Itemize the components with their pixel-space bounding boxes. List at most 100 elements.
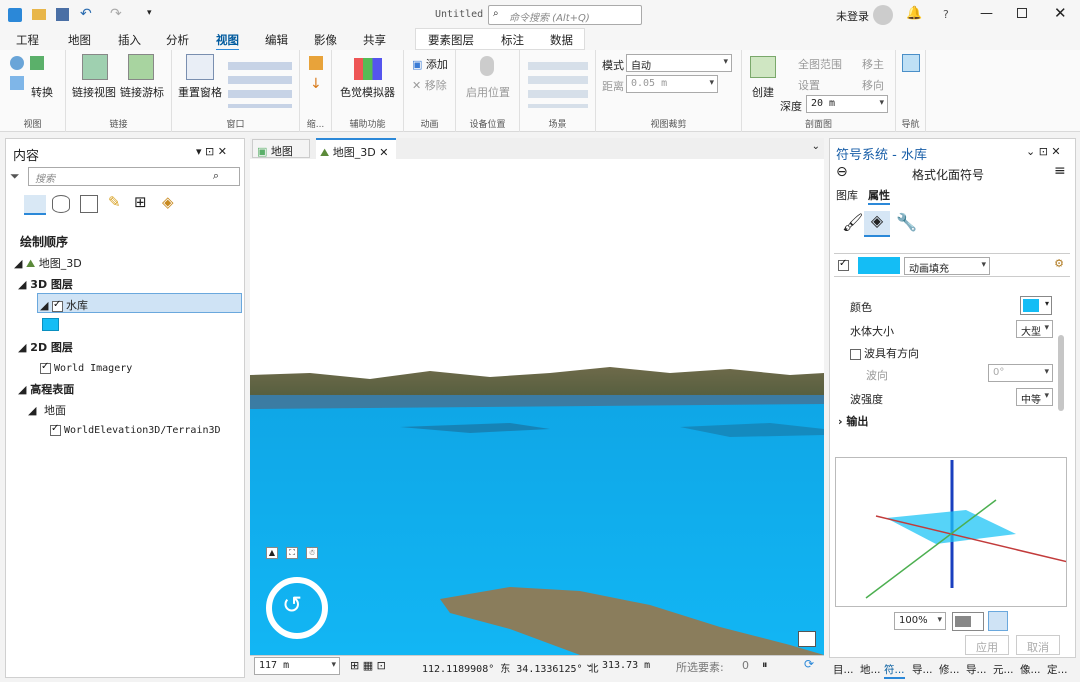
- full-extent-icon[interactable]: ⛶: [286, 547, 298, 559]
- user-status[interactable]: 未登录: [836, 8, 869, 24]
- maximize-button[interactable]: [1017, 8, 1027, 18]
- bottom-tab-elements[interactable]: 元...: [993, 662, 1014, 677]
- scene-3d-icon[interactable]: [10, 76, 24, 90]
- convert-label[interactable]: 转换: [31, 84, 53, 100]
- bottom-tab-modify[interactable]: 修...: [939, 662, 960, 677]
- layer-imagery[interactable]: World Imagery: [40, 361, 132, 374]
- grid-icons[interactable]: ⊞ ▦ ⊡: [350, 659, 386, 672]
- nav-arrow-icon[interactable]: ▲: [266, 547, 278, 559]
- tab-feature-layer[interactable]: 要素图层: [428, 32, 474, 48]
- app-icon[interactable]: [8, 8, 22, 22]
- strength-select[interactable]: 中等: [1016, 388, 1053, 406]
- scene-tools-icons[interactable]: [528, 56, 588, 108]
- tab-properties[interactable]: 属性: [868, 187, 890, 205]
- layers2d-node[interactable]: ◢ 2D 图层: [18, 339, 73, 355]
- close-button[interactable]: ✕: [1054, 4, 1067, 22]
- labeling-icon[interactable]: ◈: [162, 193, 174, 211]
- apply-button[interactable]: 应用: [965, 635, 1009, 655]
- zoom-select[interactable]: 100%: [894, 612, 946, 630]
- profile-settings-button[interactable]: 设置: [798, 77, 820, 93]
- mode-select[interactable]: 自动: [626, 54, 732, 72]
- tab-share[interactable]: 共享: [363, 32, 386, 48]
- directional-waves-row[interactable]: 波具有方向: [850, 345, 919, 361]
- zoom-icon[interactable]: [309, 56, 323, 70]
- color-simulator-button[interactable]: 色觉模拟器: [340, 84, 395, 100]
- tab-insert[interactable]: 插入: [118, 32, 141, 48]
- link-cursor-button[interactable]: 链接游标: [120, 84, 164, 100]
- tab-gallery[interactable]: 图库: [836, 187, 858, 203]
- coord-dropdown-icon[interactable]: ⌄: [585, 659, 593, 670]
- bottom-tab-image[interactable]: 像...: [1020, 662, 1041, 677]
- pencil-icon[interactable]: ✎: [108, 193, 121, 211]
- bottom-tab-export[interactable]: 导...: [966, 662, 987, 677]
- output-section[interactable]: › 输出: [838, 413, 868, 429]
- undo-icon[interactable]: ↶: [80, 6, 92, 22]
- back-icon[interactable]: ⊖: [836, 164, 848, 180]
- tabs-dropdown-icon[interactable]: ⌄: [812, 141, 820, 152]
- pane-options-icon[interactable]: ⌄ ⊡ ✕: [1026, 145, 1061, 158]
- symbol-layer-checkbox[interactable]: [838, 258, 849, 271]
- animation-add-button[interactable]: ▣ 添加: [412, 56, 448, 72]
- reservoir-visibility-checkbox[interactable]: [51, 299, 63, 312]
- reset-panes-button[interactable]: 重置窗格: [178, 84, 222, 100]
- scale-select[interactable]: 117 m: [254, 657, 340, 675]
- customize-qat-icon[interactable]: ▾: [147, 8, 152, 18]
- layers3d-node[interactable]: ◢ 3D 图层: [18, 276, 73, 292]
- source-icon[interactable]: [52, 195, 70, 213]
- tab-view[interactable]: 视图: [216, 32, 239, 51]
- tab-map-2d[interactable]: ▣ 地图: [252, 139, 310, 158]
- fill-type-select[interactable]: 动画填充: [904, 257, 990, 275]
- bottom-tab-define[interactable]: 定...: [1047, 662, 1068, 677]
- directional-checkbox[interactable]: [850, 348, 861, 360]
- properties-scrollbar[interactable]: [1058, 335, 1064, 411]
- bottom-tab-catalog[interactable]: 目...: [833, 662, 854, 677]
- map-icon[interactable]: [30, 56, 44, 70]
- terrain-visibility-checkbox[interactable]: [50, 423, 61, 436]
- wave-size-select[interactable]: 大型: [1016, 320, 1053, 338]
- map-3d-node[interactable]: ◢ ⛰ 地图_3D: [14, 255, 82, 271]
- draw-order-icon[interactable]: [24, 195, 46, 215]
- tab-data[interactable]: 数据: [550, 32, 573, 48]
- color-simulator-icon[interactable]: [354, 58, 382, 80]
- layer-terrain[interactable]: WorldElevation3D/Terrain3D: [50, 423, 221, 436]
- profile-create-button[interactable]: 创建: [752, 84, 774, 100]
- animation-remove-button[interactable]: ✕ 移除: [412, 77, 447, 93]
- save-icon[interactable]: [56, 8, 69, 21]
- tab-analysis[interactable]: 分析: [166, 32, 189, 48]
- wrench-icon[interactable]: 🔧: [896, 213, 917, 233]
- help-button[interactable]: ?: [943, 8, 949, 21]
- open-icon[interactable]: [32, 9, 46, 20]
- link-view-button[interactable]: 链接视图: [72, 84, 116, 100]
- arrow-down-icon[interactable]: ↓: [310, 76, 322, 92]
- link-cursor-icon[interactable]: [128, 54, 154, 80]
- nav-icon[interactable]: [902, 54, 920, 72]
- pause-icon[interactable]: ⏸: [762, 658, 768, 672]
- direction-select[interactable]: 0°: [988, 364, 1053, 382]
- minimize-button[interactable]: —: [980, 6, 993, 21]
- settings-icon[interactable]: ⚙: [1054, 257, 1064, 270]
- brush-icon[interactable]: 🖌: [842, 213, 864, 233]
- move-button[interactable]: 移主: [862, 56, 884, 72]
- tab-labeling[interactable]: 标注: [501, 32, 524, 48]
- imagery-visibility-checkbox[interactable]: [40, 361, 51, 374]
- tab-project[interactable]: 工程: [16, 32, 39, 48]
- layers-icon[interactable]: ◈: [864, 211, 890, 237]
- refresh-icon[interactable]: ⟳: [804, 657, 814, 671]
- profile-create-icon[interactable]: [750, 56, 776, 78]
- snap-icon[interactable]: [988, 611, 1008, 631]
- avatar[interactable]: [873, 5, 893, 25]
- tab-edit[interactable]: 编辑: [265, 32, 288, 48]
- pane-options-icon[interactable]: ▾ ⊡ ✕: [196, 145, 227, 158]
- bottom-tab-map[interactable]: 地...: [860, 662, 881, 677]
- walk-icon[interactable]: ☃: [306, 547, 318, 559]
- reset-panes-icon[interactable]: [186, 54, 214, 80]
- filter-icon[interactable]: ⏷: [10, 169, 20, 184]
- location-pin-icon[interactable]: [480, 56, 494, 76]
- link-view-icon[interactable]: [82, 54, 108, 80]
- snapping-icon[interactable]: ⊞: [134, 193, 147, 211]
- ground-node[interactable]: ◢ 地面: [28, 402, 66, 418]
- tab-map[interactable]: 地图: [68, 32, 91, 48]
- cancel-button[interactable]: 取消: [1016, 635, 1060, 655]
- elevation-node[interactable]: ◢ 高程表面: [18, 381, 74, 397]
- scene-view[interactable]: ▲ ⛶ ☃ ↺: [250, 159, 824, 655]
